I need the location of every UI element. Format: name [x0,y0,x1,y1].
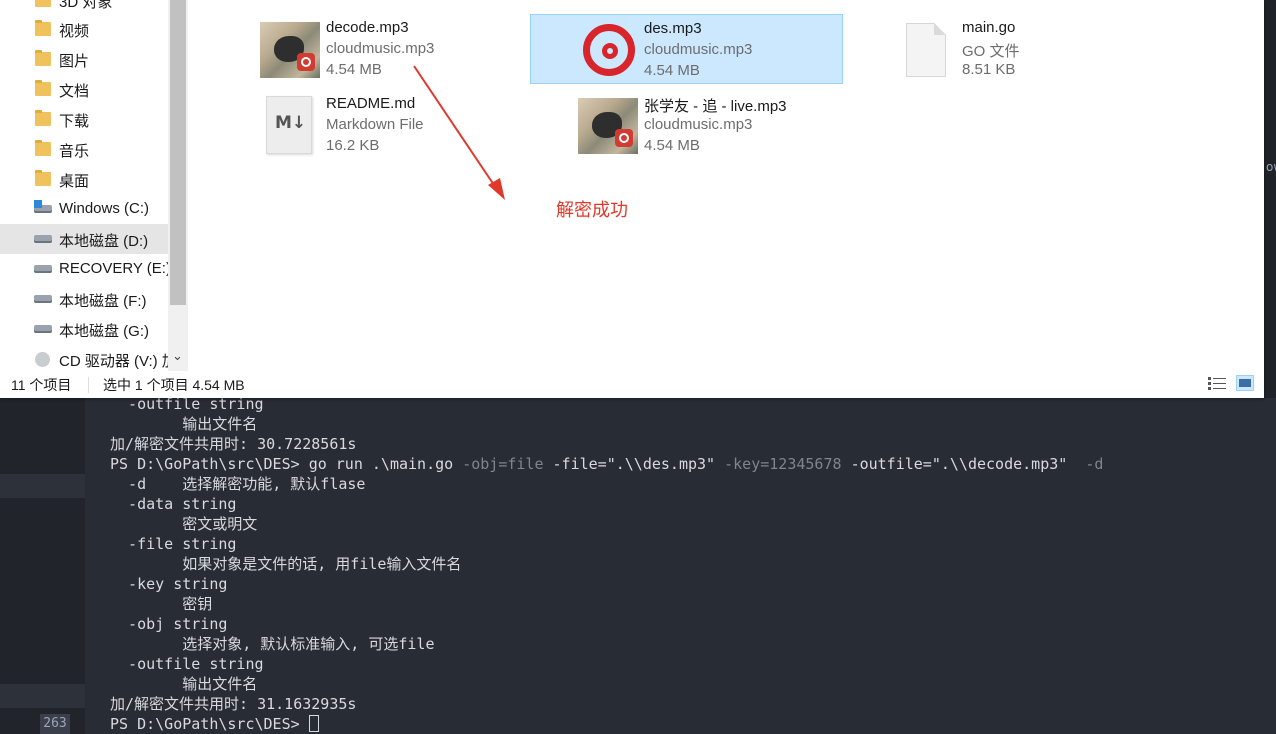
terminal-token: -obj=file [462,455,553,473]
terminal-line-text: -d 选择解密功能, 默认flase [110,475,366,493]
terminal-token: -key=12345678 [724,455,851,473]
terminal-line: -obj string [110,614,1103,634]
terminal-line: PS D:\GoPath\src\DES> go run .\main.go -… [110,454,1103,474]
terminal-line-text: 选择对象, 默认标准输入, 可选file [110,635,435,653]
terminal-line-text: 加/解密文件共用时: 30.7228561s [110,435,357,453]
line-number: 263 [40,714,70,734]
terminal-line: 输出文件名 [110,674,1103,694]
terminal-line: -key string [110,574,1103,594]
terminal-line-text: 输出文件名 [110,675,258,693]
terminal-line-text: -data string [110,495,237,513]
terminal-line: 密文或明文 [110,514,1103,534]
terminal-line: 如果对象是文件的话, 用file输入文件名 [110,554,1103,574]
terminal-clipped-text: ow [1266,160,1276,174]
terminal-line: PS D:\GoPath\src\DES> [110,714,1103,734]
terminal-line-text: -obj string [110,615,228,633]
file-explorer-window: 3D 对象 视频 图片 文档 下载 音乐 桌面 Windows (C:) 本地磁… [0,0,1264,398]
details-view-icon[interactable] [1208,376,1226,391]
terminal-line-text: -file string [110,535,237,553]
annotation-arrow-icon [413,65,505,200]
terminal-line-text: 如果对象是文件的话, 用file输入文件名 [110,555,462,573]
terminal-token: -file=".\\des.mp3" [552,455,725,473]
status-bar: 11 个项目 选中 1 个项目 4.54 MB [0,371,1264,398]
terminal-line-text: -outfile string [110,655,264,673]
terminal-token: -outfile=".\\decode.mp3" [850,455,1086,473]
item-count: 11 个项目 [11,377,72,393]
terminal-line-text: 密文或明文 [110,515,258,533]
terminal-line-text: 密钥 [110,595,213,613]
terminal-line: -d 选择解密功能, 默认flase [110,474,1103,494]
terminal-side-strip [1264,0,1276,398]
terminal-line: 加/解密文件共用时: 30.7228561s [110,434,1103,454]
terminal-line: 输出文件名 [110,414,1103,434]
annotation-text: 解密成功 [556,200,628,220]
terminal-line: 选择对象, 默认标准输入, 可选file [110,634,1103,654]
terminal-line: -file string [110,534,1103,554]
terminal-line-text: PS D:\GoPath\src\DES> [110,715,309,733]
terminal-token: PS D:\GoPath\src\DES> [110,455,309,473]
selection-info: 选中 1 个项目 4.54 MB [103,377,245,393]
terminal-output: -outfile string 输出文件名加/解密文件共用时: 30.72285… [110,394,1103,734]
terminal-line-text: 输出文件名 [110,415,258,433]
gutter-highlight [0,684,85,708]
gutter-highlight [0,474,85,498]
tiles-view-icon[interactable] [1236,375,1254,391]
terminal-line-text: -key string [110,575,228,593]
terminal-cursor[interactable] [308,715,319,732]
status-divider [88,377,89,393]
terminal-token: -d [1085,455,1104,473]
terminal-line: 加/解密文件共用时: 31.1632935s [110,694,1103,714]
terminal-token: go run .\main.go [308,455,463,473]
terminal-line-text: 加/解密文件共用时: 31.1632935s [110,695,357,713]
terminal-line: -outfile string [110,654,1103,674]
terminal-line: 密钥 [110,594,1103,614]
terminal-line: -data string [110,494,1103,514]
